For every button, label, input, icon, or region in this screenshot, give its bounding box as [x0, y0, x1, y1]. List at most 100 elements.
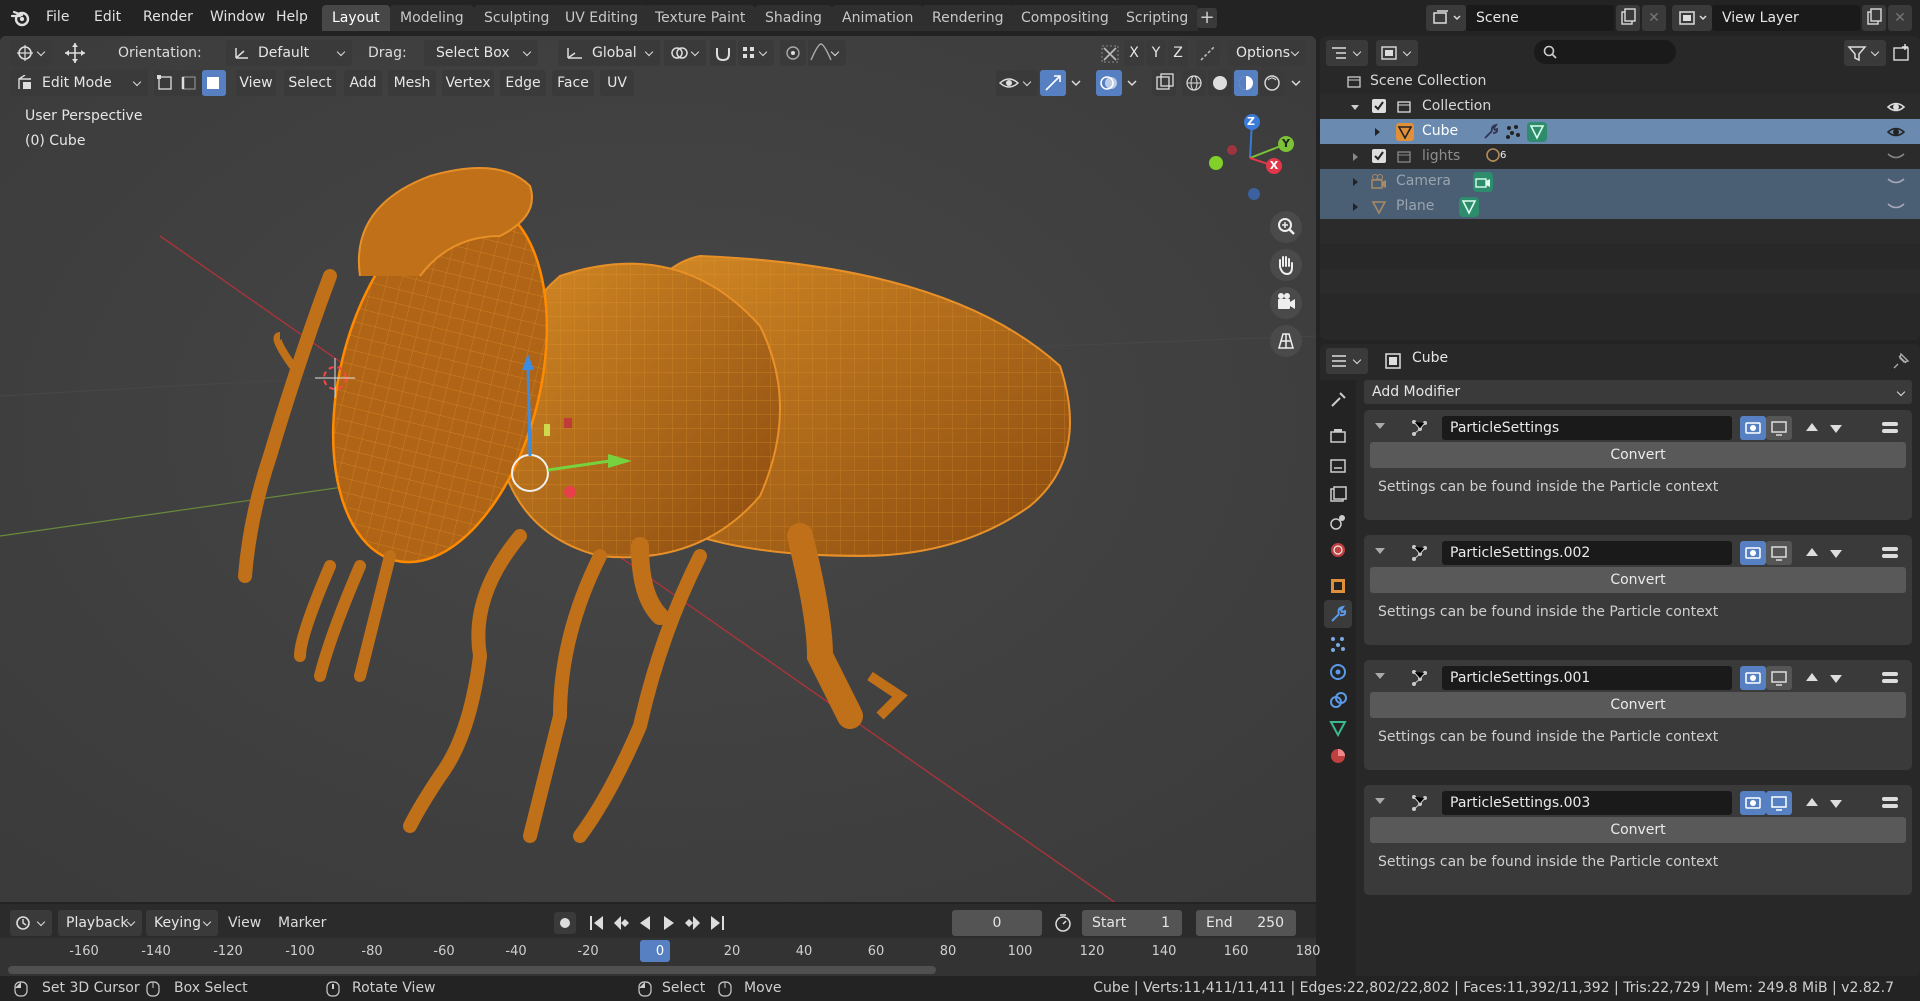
convert-button[interactable]: Convert [1370, 442, 1906, 468]
falloff-button[interactable] [808, 40, 846, 66]
menu-mesh[interactable]: Mesh [388, 70, 436, 96]
proportional-edit-icon[interactable] [780, 40, 806, 66]
options-dropdown[interactable]: Options [1228, 40, 1306, 66]
add-modifier-dropdown[interactable]: Add Modifier [1364, 380, 1912, 404]
outliner-filter-button[interactable] [1844, 40, 1886, 66]
scene-tab-icon[interactable] [1324, 508, 1352, 536]
lights-exclude-checkbox[interactable] [1372, 149, 1386, 163]
view-layer-selector-icon[interactable] [1672, 5, 1712, 31]
move-down-icon[interactable] [1824, 791, 1848, 815]
menu-render[interactable]: Render [135, 5, 201, 29]
mesh-data-icon[interactable] [1458, 196, 1480, 218]
modifier-tab-icon[interactable] [1324, 600, 1352, 628]
modifier-menu-icon[interactable] [1878, 791, 1902, 815]
physics-tab-icon[interactable] [1324, 658, 1352, 686]
outliner-search-input[interactable] [1534, 40, 1676, 64]
jump-keyframe-forward-icon[interactable] [682, 912, 704, 934]
overlays-options-chevron-icon[interactable] [1124, 74, 1140, 92]
timeline-scrollbar[interactable] [8, 966, 936, 974]
move-up-icon[interactable] [1800, 541, 1824, 565]
render-toggle-icon[interactable] [1740, 791, 1766, 815]
viewport-toggle-icon[interactable] [1766, 791, 1792, 815]
eye-icon[interactable] [1886, 124, 1906, 140]
outliner-display-mode-button[interactable] [1376, 40, 1418, 66]
move-up-icon[interactable] [1800, 791, 1824, 815]
zoom-view-icon[interactable] [1270, 211, 1302, 243]
auto-merge-icon[interactable] [1196, 40, 1220, 66]
eye-icon[interactable] [1886, 99, 1906, 115]
visibility-selectability-icon[interactable] [996, 70, 1038, 96]
camera-view-icon[interactable] [1270, 287, 1302, 319]
menu-edit[interactable]: Edit [86, 5, 129, 29]
menu-edge[interactable]: Edge [500, 70, 546, 96]
outliner-row-camera[interactable]: Camera [1320, 169, 1920, 194]
viewport-toggle-icon[interactable] [1766, 416, 1792, 440]
object-tab-icon[interactable] [1324, 572, 1352, 600]
output-tab-icon[interactable] [1324, 452, 1352, 480]
render-toggle-icon[interactable] [1740, 541, 1766, 565]
new-collection-icon[interactable] [1890, 40, 1914, 66]
menu-vertex[interactable]: Vertex [442, 70, 494, 96]
gizmo-toggle-icon[interactable] [1040, 70, 1066, 96]
delete-scene-icon[interactable]: ✕ [1642, 5, 1666, 31]
jump-keyframe-back-icon[interactable] [610, 912, 632, 934]
tab-modeling[interactable]: Modeling [390, 5, 474, 31]
pan-view-icon[interactable] [1270, 249, 1302, 281]
collapse-arrow-icon[interactable] [1374, 545, 1386, 557]
jump-end-icon[interactable] [706, 912, 728, 934]
modifier-name-field[interactable]: ParticleSettings [1442, 416, 1732, 440]
tab-animation[interactable]: Animation [832, 5, 924, 31]
keying-menu[interactable]: Keying [146, 910, 218, 936]
collection-exclude-checkbox[interactable] [1372, 99, 1386, 113]
tab-shading[interactable]: Shading [755, 5, 832, 31]
solid-shading-icon[interactable] [1208, 70, 1232, 96]
play-reverse-icon[interactable] [634, 912, 656, 934]
scene-selector-icon[interactable] [1426, 5, 1466, 31]
delete-view-layer-icon[interactable]: ✕ [1888, 5, 1912, 31]
pivot-point-button[interactable] [664, 40, 706, 66]
gizmo-options-chevron-icon[interactable] [1068, 74, 1084, 92]
wireframe-shading-icon[interactable] [1182, 70, 1206, 96]
timeline-marker-menu[interactable]: Marker [278, 910, 326, 936]
tab-compositing[interactable]: Compositing [1011, 5, 1119, 31]
mirror-icon[interactable] [1100, 44, 1120, 64]
blender-logo-icon[interactable] [10, 8, 32, 28]
add-workspace-button[interactable]: + [1197, 8, 1217, 28]
viewport-scene[interactable] [0, 36, 1316, 902]
modifier-name-field[interactable]: ParticleSettings.002 [1442, 541, 1732, 565]
start-frame-field[interactable]: Start 1 [1082, 910, 1182, 936]
mode-dropdown[interactable]: Edit Mode [10, 70, 148, 96]
convert-button[interactable]: Convert [1370, 692, 1906, 718]
tab-uv-editing[interactable]: UV Editing [555, 5, 649, 31]
menu-select[interactable]: Select [284, 70, 336, 96]
particles-tab-icon[interactable] [1324, 630, 1352, 658]
outliner-editor-type-button[interactable] [1326, 40, 1368, 66]
tab-layout[interactable]: Layout [322, 5, 390, 31]
menu-add[interactable]: Add [344, 70, 382, 96]
outliner-row-collection[interactable]: Collection [1320, 94, 1920, 119]
tab-scripting[interactable]: Scripting [1116, 5, 1199, 31]
mirror-x-button[interactable]: X [1124, 40, 1144, 66]
modifier-wrench-icon[interactable] [1482, 123, 1500, 141]
viewport-toggle-icon[interactable] [1766, 541, 1792, 565]
menu-face[interactable]: Face [552, 70, 594, 96]
menu-file[interactable]: File [38, 5, 77, 29]
convert-button[interactable]: Convert [1370, 817, 1906, 843]
constraints-tab-icon[interactable] [1324, 686, 1352, 714]
outliner-row-lights[interactable]: lights 6 [1320, 144, 1920, 169]
move-up-icon[interactable] [1800, 416, 1824, 440]
mirror-y-button[interactable]: Y [1146, 40, 1166, 66]
transform-orientation-dropdown[interactable]: Global [558, 40, 660, 66]
convert-button[interactable]: Convert [1370, 567, 1906, 593]
tool-tab-icon[interactable] [1324, 386, 1352, 414]
timeline-editor-type-button[interactable] [10, 910, 52, 936]
modifier-name-field[interactable]: ParticleSettings.001 [1442, 666, 1732, 690]
collapse-arrow-icon[interactable] [1374, 670, 1386, 682]
editor-type-button[interactable] [10, 40, 52, 66]
view-layer-tab-icon[interactable] [1324, 480, 1352, 508]
move-down-icon[interactable] [1824, 541, 1848, 565]
scene-name-field[interactable]: Scene [1466, 5, 1614, 31]
pin-icon[interactable] [1892, 352, 1910, 370]
expand-arrow-icon[interactable] [1350, 152, 1360, 162]
expand-arrow-icon[interactable] [1350, 102, 1360, 112]
